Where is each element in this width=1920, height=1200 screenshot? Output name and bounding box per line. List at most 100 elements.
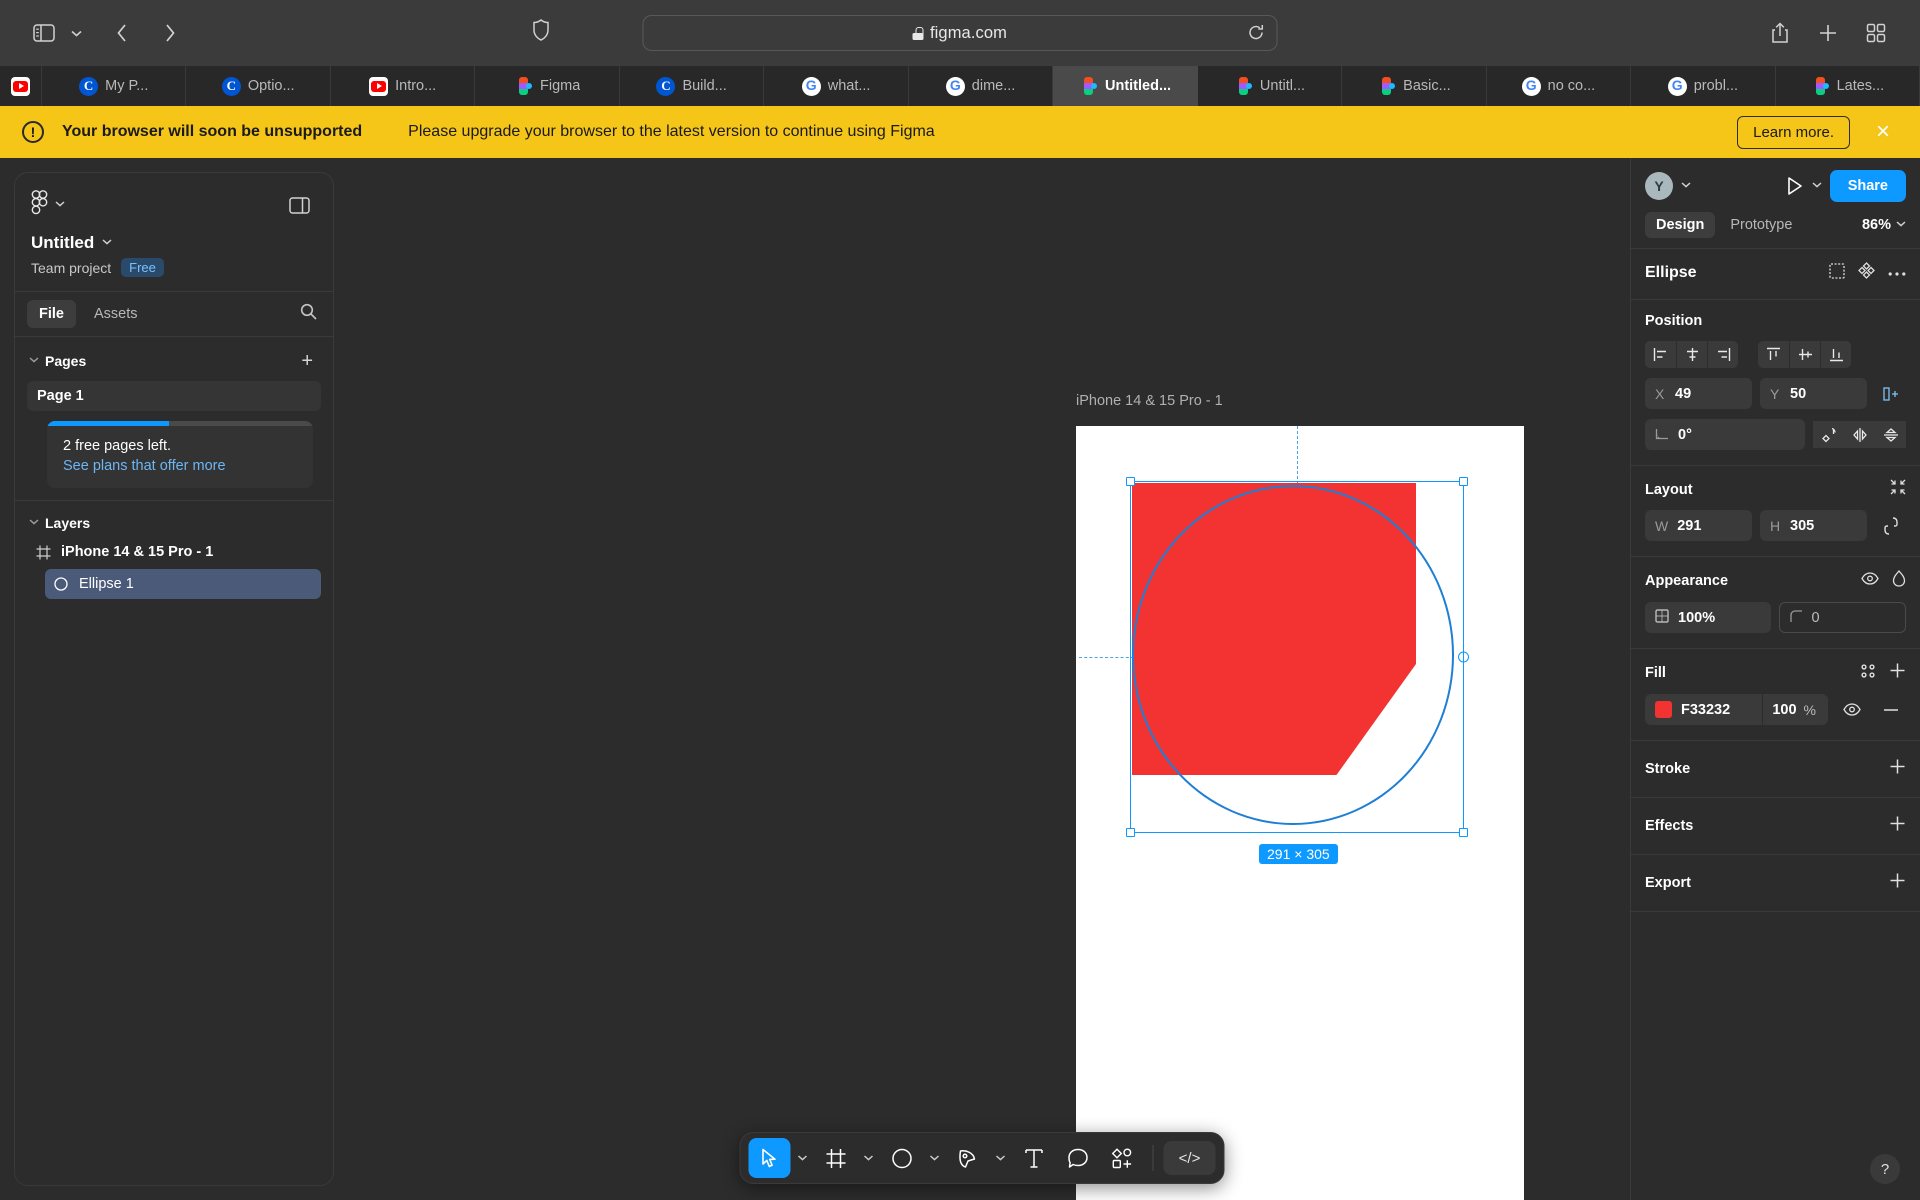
shape-tool-chevron-down-icon[interactable] xyxy=(925,1138,945,1178)
x-field[interactable]: X 49 xyxy=(1645,378,1752,409)
address-bar[interactable]: figma.com xyxy=(642,15,1278,51)
browser-tab[interactable]: Figma xyxy=(475,66,620,106)
flip-horizontal-icon[interactable] xyxy=(1844,421,1875,448)
close-icon[interactable]: × xyxy=(1868,120,1898,144)
browser-tab[interactable]: C My P... xyxy=(42,66,187,106)
frame-tool-chevron-down-icon[interactable] xyxy=(859,1138,879,1178)
align-center-h-icon[interactable] xyxy=(1676,341,1707,368)
resize-handle-top-left[interactable] xyxy=(1126,477,1135,486)
fill-color-field[interactable]: F33232 100 % xyxy=(1645,694,1828,725)
color-swatch[interactable] xyxy=(1655,701,1672,718)
share-button[interactable]: Share xyxy=(1829,170,1906,202)
more-icon[interactable] xyxy=(1888,264,1906,282)
move-tool-chevron-down-icon[interactable] xyxy=(793,1138,813,1178)
dev-mode-button[interactable]: </> xyxy=(1163,1141,1216,1175)
y-field[interactable]: Y 50 xyxy=(1760,378,1867,409)
tab-assets[interactable]: Assets xyxy=(82,300,150,328)
browser-tab[interactable]: Basic... xyxy=(1342,66,1487,106)
comment-tool[interactable] xyxy=(1057,1138,1099,1178)
tab-prototype[interactable]: Prototype xyxy=(1719,212,1803,238)
align-left-icon[interactable] xyxy=(1645,341,1676,368)
shape-tool[interactable] xyxy=(881,1138,923,1178)
design-canvas[interactable]: iPhone 14 & 15 Pro - 1 291 × 305 </> xyxy=(334,158,1630,1200)
link-ratio-icon[interactable] xyxy=(1875,510,1906,541)
align-bottom-icon[interactable] xyxy=(1820,341,1851,368)
add-fill-icon[interactable] xyxy=(1889,662,1906,684)
browser-tab[interactable]: C Optio... xyxy=(186,66,331,106)
browser-tab[interactable]: Untitl... xyxy=(1197,66,1343,106)
pen-tool[interactable] xyxy=(947,1138,989,1178)
text-tool[interactable] xyxy=(1013,1138,1055,1178)
browser-tab[interactable]: Untitled... xyxy=(1053,66,1198,106)
learn-more-button[interactable]: Learn more. xyxy=(1737,115,1850,149)
corner-radius-field[interactable]: 0 xyxy=(1778,602,1906,633)
panel-toggle-icon[interactable] xyxy=(281,188,317,222)
tab-design[interactable]: Design xyxy=(1645,212,1716,238)
chevron-right-icon[interactable] xyxy=(152,16,188,50)
see-plans-link[interactable]: See plans that offer more xyxy=(47,454,313,474)
file-name-row[interactable]: Untitled xyxy=(31,233,317,253)
pen-tool-chevron-down-icon[interactable] xyxy=(991,1138,1011,1178)
zoom-control[interactable]: 86% xyxy=(1862,217,1906,233)
page-item-page-1[interactable]: Page 1 xyxy=(27,381,321,411)
width-field[interactable]: W 291 xyxy=(1645,510,1752,541)
add-page-button[interactable]: + xyxy=(297,351,317,371)
corner-radius-icon[interactable] xyxy=(1813,421,1844,448)
component-icon[interactable] xyxy=(1829,262,1845,284)
browser-tab[interactable]: C Build... xyxy=(619,66,765,106)
share-icon[interactable] xyxy=(1762,16,1798,50)
flip-vertical-icon[interactable] xyxy=(1875,421,1906,448)
figma-main-menu[interactable] xyxy=(31,190,65,220)
add-effect-icon[interactable] xyxy=(1889,815,1906,837)
height-field[interactable]: H 305 xyxy=(1760,510,1867,541)
browser-tab[interactable]: Intro... xyxy=(330,66,476,106)
browser-tab[interactable]: Gwhat... xyxy=(764,66,909,106)
browser-tab[interactable]: Gprobl... xyxy=(1631,66,1776,106)
grid-icon[interactable] xyxy=(1858,16,1894,50)
align-center-v-icon[interactable] xyxy=(1789,341,1820,368)
browser-tab[interactable]: Gno co... xyxy=(1486,66,1632,106)
eye-icon[interactable] xyxy=(1861,572,1879,590)
resize-handle-bottom-right[interactable] xyxy=(1459,828,1468,837)
distribute-icon[interactable] xyxy=(1875,378,1906,409)
move-tool[interactable] xyxy=(748,1138,791,1178)
actions-tool[interactable] xyxy=(1101,1138,1143,1178)
styles-icon[interactable] xyxy=(1860,663,1876,684)
pages-header[interactable]: Pages + xyxy=(27,347,321,375)
layer-row[interactable]: Ellipse 1 xyxy=(45,569,321,599)
tab-file[interactable]: File xyxy=(27,300,76,328)
frame-label[interactable]: iPhone 14 & 15 Pro - 1 xyxy=(1076,393,1223,409)
collapse-icon[interactable] xyxy=(1890,479,1906,500)
opacity-field[interactable]: 100% xyxy=(1645,602,1771,633)
browser-tab[interactable] xyxy=(0,66,42,106)
present-chevron-down-icon[interactable] xyxy=(1812,180,1822,191)
present-button[interactable] xyxy=(1786,176,1804,196)
frame-tool[interactable] xyxy=(815,1138,857,1178)
resize-handle-bottom-left[interactable] xyxy=(1126,828,1135,837)
add-export-icon[interactable] xyxy=(1889,872,1906,894)
blend-icon[interactable] xyxy=(1892,570,1906,592)
remove-fill-minus-icon[interactable] xyxy=(1875,694,1906,725)
avatar[interactable]: Y xyxy=(1645,172,1673,200)
chevron-left-icon[interactable] xyxy=(104,16,140,50)
shield-icon[interactable] xyxy=(533,19,550,46)
layers-header[interactable]: Layers xyxy=(27,511,321,535)
resize-handle-top-right[interactable] xyxy=(1459,477,1468,486)
chevron-down-icon[interactable] xyxy=(1681,180,1691,191)
rotation-field[interactable]: 0° xyxy=(1645,419,1805,450)
chevron-down-icon[interactable] xyxy=(66,18,86,48)
reload-icon[interactable] xyxy=(1248,24,1265,42)
plus-icon[interactable] xyxy=(1810,16,1846,50)
align-top-icon[interactable] xyxy=(1758,341,1789,368)
add-stroke-icon[interactable] xyxy=(1889,758,1906,780)
browser-tab[interactable]: Gdime... xyxy=(908,66,1054,106)
browser-tab[interactable]: Lates... xyxy=(1775,66,1920,106)
sidebar-icon[interactable] xyxy=(26,16,62,50)
fill-visible-eye-icon[interactable] xyxy=(1836,694,1867,725)
layer-row[interactable]: iPhone 14 & 15 Pro - 1 xyxy=(27,537,321,567)
align-right-icon[interactable] xyxy=(1707,341,1738,368)
help-button[interactable]: ? xyxy=(1870,1154,1900,1184)
arc-handle[interactable] xyxy=(1458,651,1469,663)
plugin-icon[interactable] xyxy=(1858,262,1875,284)
search-icon[interactable] xyxy=(300,303,317,325)
